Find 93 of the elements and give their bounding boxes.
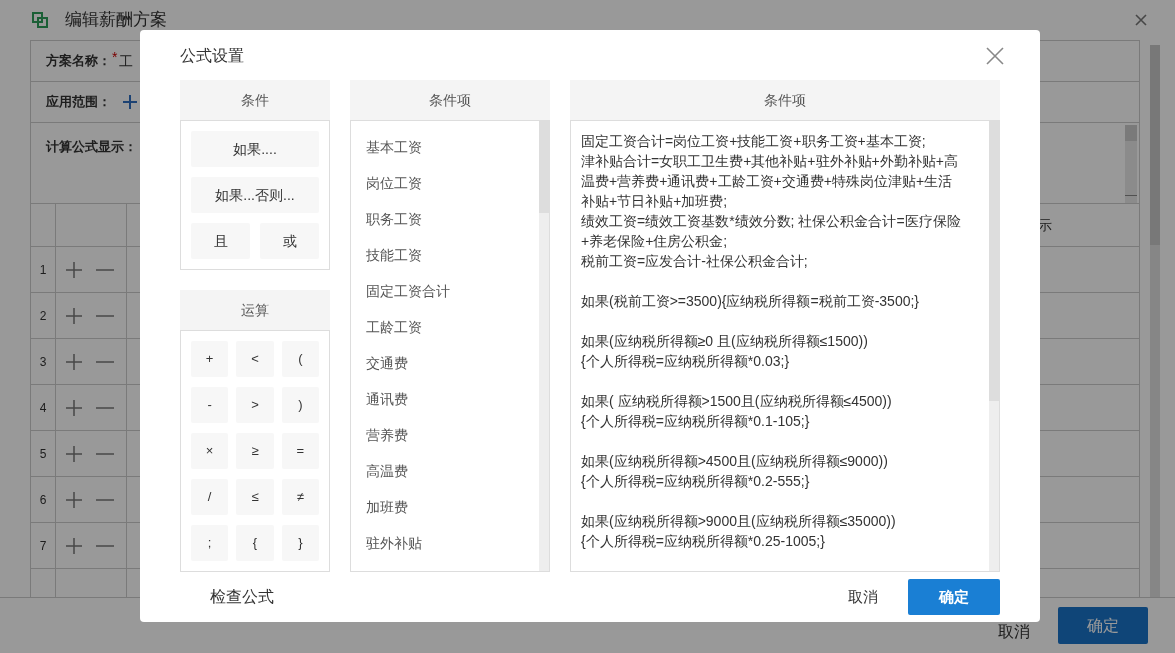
- list-item[interactable]: 加班费: [366, 496, 408, 518]
- formula-textarea[interactable]: [570, 120, 1000, 572]
- row-number: 5: [39, 445, 47, 463]
- field-label: 计算公式显示：: [46, 138, 137, 156]
- list-item[interactable]: 技能工资: [366, 244, 422, 266]
- list-item[interactable]: 职务工资: [366, 208, 422, 230]
- field-label: 应用范围：: [46, 93, 111, 112]
- add-icon[interactable]: [66, 307, 82, 324]
- add-icon[interactable]: [66, 445, 82, 462]
- operator-button[interactable]: >: [236, 387, 274, 423]
- cancel-button[interactable]: 取消: [848, 585, 878, 609]
- remove-icon[interactable]: [96, 268, 114, 271]
- required-mark: *: [112, 48, 118, 67]
- operator-button[interactable]: }: [281, 525, 319, 561]
- remove-icon[interactable]: [96, 452, 114, 455]
- list-item[interactable]: 固定工资合计: [366, 280, 450, 302]
- confirm-button[interactable]: 确定: [1058, 607, 1148, 644]
- remove-icon[interactable]: [96, 544, 114, 547]
- operator-button[interactable]: /: [191, 479, 229, 515]
- window-title: 编辑薪酬方案: [65, 9, 167, 32]
- add-icon[interactable]: [66, 491, 82, 508]
- operator-button[interactable]: ×: [191, 433, 229, 469]
- list-item[interactable]: 营养费: [366, 424, 408, 446]
- list-item[interactable]: 通讯费: [366, 388, 408, 410]
- row-number: 1: [39, 261, 47, 279]
- condition-button[interactable]: 或: [260, 223, 319, 259]
- section-header: 条件: [180, 80, 330, 120]
- add-icon[interactable]: [66, 537, 82, 554]
- scrollbar-thumb[interactable]: [989, 121, 999, 401]
- operator-button[interactable]: ≠: [281, 479, 319, 515]
- formula-line: 如果(应纳税所得额>4500且(应纳税所得额≤9000)): [581, 452, 888, 471]
- list-item[interactable]: 工龄工资: [366, 316, 422, 338]
- list-item[interactable]: 驻外补贴: [366, 532, 422, 554]
- operator-button[interactable]: {: [236, 525, 274, 561]
- formula-line: 如果(应纳税所得额≥0 且(应纳税所得额≤1500)): [581, 332, 868, 351]
- confirm-button[interactable]: 确定: [908, 579, 1000, 615]
- scrollbar-thumb[interactable]: [539, 121, 549, 213]
- formula-line: 固定工资合计=岗位工资+技能工资+职务工资+基本工资;: [581, 132, 926, 151]
- formula-line: 津补贴合计=女职工卫生费+其他补贴+驻外补贴+外勤补贴+高: [581, 152, 958, 171]
- field-label: 方案名称：: [46, 52, 111, 71]
- add-icon[interactable]: [66, 353, 82, 370]
- list-item[interactable]: 岗位工资: [366, 172, 422, 194]
- section-header: 条件项: [350, 80, 550, 120]
- remove-icon[interactable]: [96, 314, 114, 317]
- formula-line: 如果(税前工资>=3500){应纳税所得额=税前工资-3500;}: [581, 292, 920, 311]
- formula-line: {个人所得税=应纳税所得额*0.2-555;}: [581, 472, 810, 491]
- formula-line: 税前工资=应发合计-社保公积金合计;: [581, 252, 808, 271]
- textarea-scrollbar[interactable]: [1125, 125, 1137, 203]
- formula-line: 温费+营养费+通讯费+工龄工资+交通费+特殊岗位津贴+生活: [581, 172, 953, 191]
- formula-line: {个人所得税=应纳税所得额*0.25-1005;}: [581, 532, 825, 551]
- operator-button[interactable]: ;: [191, 525, 229, 561]
- remove-icon[interactable]: [96, 406, 114, 409]
- close-icon[interactable]: [1135, 14, 1147, 26]
- section-header: 条件项: [570, 80, 1000, 120]
- remove-icon[interactable]: [96, 498, 114, 501]
- formula-line: 绩效工资=绩效工资基数*绩效分数; 社保公积金合计=医疗保险: [581, 212, 961, 231]
- condition-button[interactable]: 且: [191, 223, 250, 259]
- list-item[interactable]: 基本工资: [366, 136, 422, 158]
- operator-button[interactable]: ≥: [236, 433, 274, 469]
- check-formula-button[interactable]: 检查公式: [210, 585, 274, 609]
- formula-line: 如果(应纳税所得额>9000且(应纳税所得额≤35000)): [581, 512, 896, 531]
- formula-line: {个人所得税=应纳税所得额*0.1-105;}: [581, 412, 810, 431]
- condition-button[interactable]: 如果....: [191, 131, 319, 167]
- copy-icon: [32, 12, 48, 28]
- row-number: 7: [39, 537, 47, 555]
- row-number: 2: [39, 307, 47, 325]
- formula-line: 补贴+节日补贴+加班费;: [581, 192, 728, 211]
- row-number: 3: [39, 353, 47, 371]
- section-header: 运算: [180, 290, 330, 330]
- formula-line: 如果( 应纳税所得额>1500且(应纳税所得额≤4500)): [581, 392, 892, 411]
- add-icon[interactable]: [66, 399, 82, 416]
- operator-button[interactable]: ≤: [236, 479, 274, 515]
- formula-line: {个人所得税=应纳税所得额*0.03;}: [581, 352, 790, 371]
- operator-button[interactable]: +: [191, 341, 229, 377]
- list-item[interactable]: 高温费: [366, 460, 408, 482]
- condition-button[interactable]: 如果...否则...: [191, 177, 319, 213]
- operator-button[interactable]: =: [281, 433, 319, 469]
- row-number: 4: [39, 399, 47, 417]
- row-number: 6: [39, 491, 47, 509]
- cancel-link[interactable]: 取消: [998, 619, 1030, 644]
- operator-button[interactable]: -: [191, 387, 229, 423]
- formula-line: +养老保险+住房公积金;: [581, 232, 728, 251]
- remove-icon[interactable]: [96, 360, 114, 363]
- field-value: 工: [119, 51, 134, 71]
- add-icon[interactable]: [123, 95, 137, 109]
- scrollbar-thumb[interactable]: [1150, 45, 1160, 245]
- operator-button[interactable]: ): [281, 387, 319, 423]
- list-item[interactable]: 交通费: [366, 352, 408, 374]
- operator-button[interactable]: <: [236, 341, 274, 377]
- dialog-title: 公式设置: [180, 46, 244, 66]
- add-icon[interactable]: [66, 261, 82, 278]
- operator-button[interactable]: (: [281, 341, 319, 377]
- close-icon[interactable]: [986, 47, 1004, 65]
